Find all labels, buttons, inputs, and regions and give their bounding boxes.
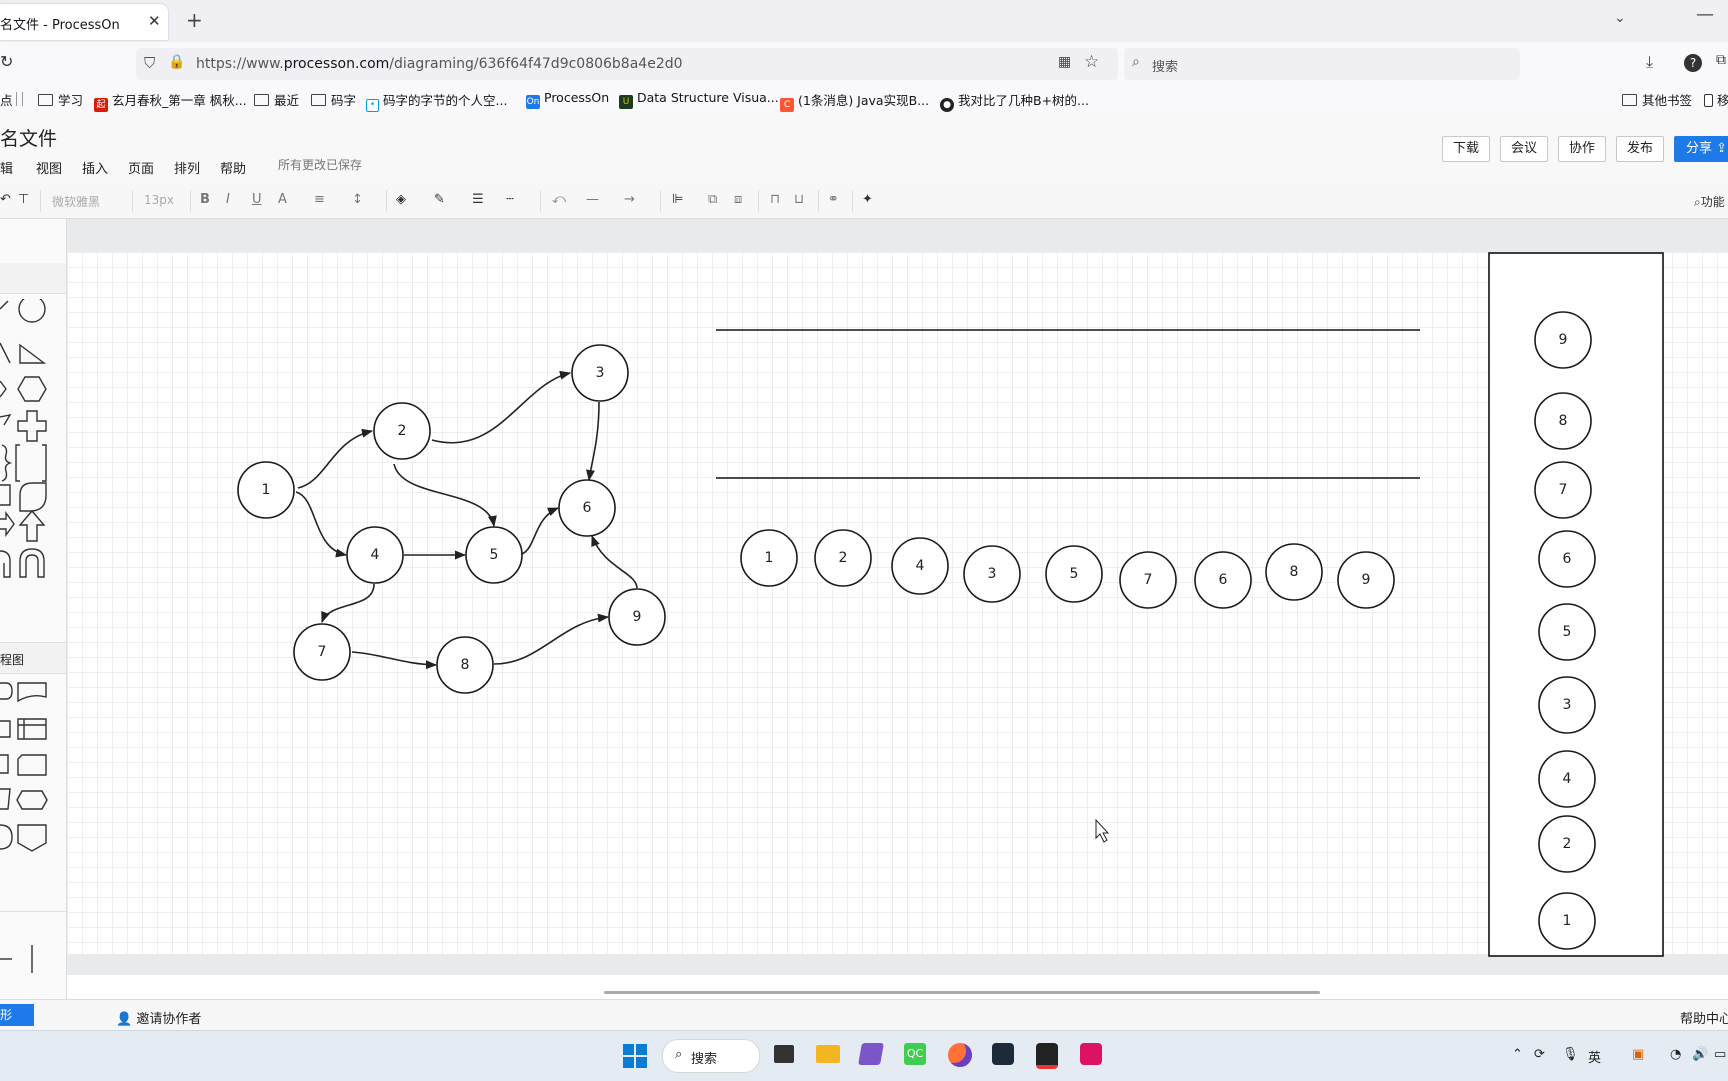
graph-edge-2-3[interactable] [431,370,572,444]
graph-edge-4-7[interactable] [321,583,375,624]
graph-node-6[interactable]: 6 [558,479,616,537]
svg-text:3: 3 [596,365,605,381]
svg-text:5: 5 [1070,566,1079,582]
taskbar-search[interactable]: ⌕ 搜索 [662,1039,760,1073]
svg-text:9: 9 [1559,332,1568,348]
graph-node-4[interactable]: 4 [346,526,404,584]
stack-node-1[interactable]: 1 [1538,892,1596,950]
graph-node-3[interactable]: 3 [571,344,629,402]
graph-edge-9-6[interactable] [591,534,638,589]
intellij-icon[interactable] [1080,1043,1102,1065]
sequence-node-3[interactable]: 3 [963,545,1021,603]
svg-text:3: 3 [1563,697,1572,713]
stack-node-9[interactable]: 9 [1534,311,1592,369]
app-tray-icon[interactable]: ▣ [1632,1047,1644,1062]
sequence-node-2[interactable]: 2 [814,529,872,587]
svg-text:5: 5 [490,547,499,563]
volume-icon[interactable]: 🔊 [1692,1047,1708,1062]
stack-node-2[interactable]: 2 [1538,815,1596,873]
graph-node-8[interactable]: 8 [436,636,494,694]
graph-edge-1-4[interactable] [295,491,348,558]
svg-text:6: 6 [1563,551,1572,567]
qt-creator-icon[interactable]: QC [904,1043,926,1065]
graph-edge-5-6[interactable] [521,507,560,555]
mouse-cursor-icon [1095,818,1110,843]
wifi-icon[interactable]: ◔ [1670,1047,1681,1062]
svg-text:6: 6 [583,500,592,516]
stack-node-3[interactable]: 3 [1538,676,1596,734]
graph-node-1[interactable]: 1 [237,461,295,519]
svg-text:1: 1 [1563,913,1572,929]
help-center-link[interactable]: 帮助中心 [1680,1008,1728,1027]
battery-icon[interactable]: ▭ [1714,1047,1726,1062]
svg-text:6: 6 [1219,572,1228,588]
sequence-node-8[interactable]: 8 [1265,543,1323,601]
svg-text:4: 4 [1563,771,1572,787]
graph-edge-1-2[interactable] [297,428,374,489]
svg-text:2: 2 [839,550,848,566]
graph-edge-8-9[interactable] [493,613,610,665]
svg-text:8: 8 [461,657,470,673]
stack-node-6[interactable]: 6 [1538,530,1596,588]
stack-node-4[interactable]: 4 [1538,750,1596,808]
invite-collaborators-button[interactable]: 👤 邀请协作者 [116,1008,201,1027]
graph-node-7[interactable]: 7 [293,623,351,681]
graph-edge-2-5[interactable] [393,463,497,528]
stack-node-8[interactable]: 8 [1534,392,1592,450]
virtualbox-icon[interactable] [992,1043,1014,1065]
svg-text:2: 2 [1563,836,1572,852]
visual-studio-icon[interactable] [858,1043,884,1065]
sequence-node-4[interactable]: 4 [891,537,949,595]
svg-text:7: 7 [318,644,327,660]
svg-text:4: 4 [916,558,925,574]
search-icon: ⌕ [675,1047,683,1062]
svg-text:7: 7 [1144,572,1153,588]
sync-icon[interactable]: ⟳ [1534,1047,1545,1062]
diagram-canvas: 1 2 3 4 5 6 7 8 9 1 2 4 3 5 7 6 8 9 9 8 7 6 5 3 4 2 1 [237,252,1664,957]
graph-node-5[interactable]: 5 [465,526,523,584]
stack-node-5[interactable]: 5 [1538,603,1596,661]
sequence-node-5[interactable]: 5 [1045,545,1103,603]
sequence-node-7[interactable]: 7 [1119,551,1177,609]
graph-edge-7-8[interactable] [351,651,438,670]
svg-text:1: 1 [765,550,774,566]
tray-chevron-icon[interactable]: ⌃ [1512,1047,1523,1062]
svg-text:8: 8 [1290,564,1299,580]
app-status-bar: 形 👤 邀请协作者 帮助中心 [0,999,1728,1031]
svg-text:9: 9 [633,609,642,625]
recorder-icon[interactable] [1036,1043,1058,1069]
svg-text:7: 7 [1559,482,1568,498]
svg-text:5: 5 [1563,624,1572,640]
microphone-icon[interactable]: 🎙 [1562,1047,1579,1062]
firefox-icon[interactable] [948,1043,972,1067]
svg-text:3: 3 [988,566,997,582]
svg-text:4: 4 [371,547,380,563]
stack-node-7[interactable]: 7 [1534,461,1592,519]
file-explorer-icon[interactable] [816,1045,840,1063]
sequence-node-6[interactable]: 6 [1194,551,1252,609]
windows-start-icon[interactable] [622,1043,648,1069]
svg-text:8: 8 [1559,413,1568,429]
more-shapes-button[interactable]: 形 [0,1004,34,1026]
svg-text:1: 1 [262,482,271,498]
task-view-icon[interactable] [774,1045,794,1063]
graph-edge-3-6[interactable] [586,401,600,482]
graph-node-9[interactable]: 9 [608,588,666,646]
sequence-node-9[interactable]: 9 [1337,551,1395,609]
add-user-icon: 👤 [116,1012,133,1027]
sequence-node-1[interactable]: 1 [740,529,798,587]
svg-text:9: 9 [1362,572,1371,588]
graph-node-2[interactable]: 2 [373,402,431,460]
ime-indicator[interactable]: 英 [1588,1047,1601,1066]
svg-text:2: 2 [398,423,407,439]
windows-taskbar: ⌕ 搜索 QC ⌃ ⟳ 🎙 英 ▣ ◔ 🔊 ▭ [0,1030,1728,1081]
